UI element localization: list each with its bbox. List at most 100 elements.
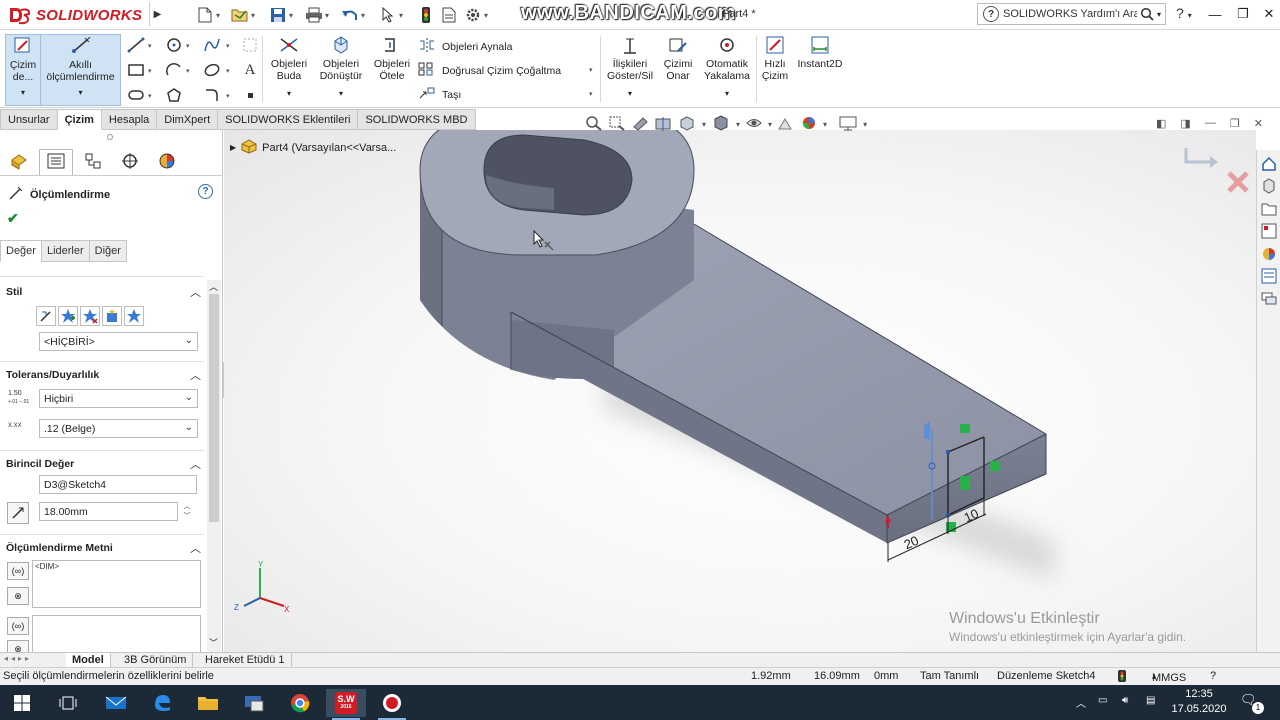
save-button[interactable]: ▾ bbox=[269, 5, 293, 25]
convert-entities-button[interactable]: Objeleri Dönüştür ▾ bbox=[314, 34, 368, 100]
tolerance-section-header[interactable]: Tolerans/Duyarlılık bbox=[6, 369, 99, 381]
chevron-down-icon[interactable]: ▾ bbox=[823, 120, 827, 129]
display-delete-relations-button[interactable]: İlişkileri Göster/Sil ▾ bbox=[604, 34, 656, 100]
chevron-down-icon[interactable]: ▾ bbox=[768, 120, 772, 129]
update-style-icon[interactable] bbox=[80, 306, 100, 326]
solidworks-taskbar-button[interactable]: S.W 2016 bbox=[326, 689, 366, 720]
add-style-icon[interactable] bbox=[58, 306, 78, 326]
chevron-down-icon[interactable]: ▾ bbox=[863, 120, 867, 129]
repair-sketch-button[interactable]: Çizimi Onar bbox=[660, 34, 696, 82]
fillet-tool-button[interactable] bbox=[202, 86, 222, 104]
property-subtab[interactable]: Değer bbox=[0, 240, 42, 262]
feature-tree-flyout[interactable]: ▶ Part4 (Varsayılan<<Varsa... bbox=[230, 138, 396, 157]
section-view-icon[interactable] bbox=[654, 115, 672, 134]
trim-entities-button[interactable]: Objeleri Buda ▾ bbox=[266, 34, 312, 100]
select-button[interactable]: ▾ bbox=[379, 5, 403, 25]
minimize-button[interactable]: — bbox=[1204, 4, 1226, 24]
settings-app-button[interactable] bbox=[234, 689, 274, 717]
add-parentheses-button[interactable]: (∞) bbox=[7, 562, 29, 580]
line-tool-button[interactable] bbox=[126, 36, 146, 54]
chrome-button[interactable] bbox=[280, 689, 320, 717]
mirror-entities-button[interactable]: Objeleri Aynala bbox=[418, 38, 512, 55]
ribbon-tab[interactable]: Unsurlar bbox=[0, 109, 58, 130]
solidworks-logo[interactable]: SOLIDWORKS bbox=[8, 4, 142, 26]
file-explorer-button[interactable] bbox=[188, 689, 228, 717]
graphics-viewport[interactable]: 20 10 ▶ Part4 (Varsayılan<<Varsa... YXZ … bbox=[224, 130, 1256, 652]
ribbon-tab[interactable]: SOLIDWORKS Eklentileri bbox=[218, 109, 359, 130]
property-manager-tab[interactable] bbox=[39, 149, 73, 175]
file-explorer-icon[interactable] bbox=[1259, 199, 1279, 219]
collapse-chevron-icon[interactable]: ︿ bbox=[190, 367, 201, 383]
viewport-restore-icon[interactable]: ❐ bbox=[1230, 117, 1240, 130]
linear-pattern-button[interactable]: Doğrusal Çizim Çoğaltma bbox=[418, 62, 561, 79]
feature-tree-part-label[interactable]: Part4 (Varsayılan<<Varsa... bbox=[262, 142, 396, 154]
bottom-tab[interactable]: 3B Görünüm bbox=[118, 653, 194, 667]
view-palette-icon[interactable] bbox=[1259, 221, 1279, 241]
part-model-3d[interactable] bbox=[224, 130, 1256, 652]
chevron-down-icon[interactable]: ▾ bbox=[186, 42, 190, 50]
circle-tool-button[interactable] bbox=[164, 36, 184, 54]
dimension-name-field[interactable]: D3@Sketch4 bbox=[39, 475, 197, 494]
offset-entities-button[interactable]: Objeleri Ötele bbox=[370, 34, 414, 82]
rapid-sketch-button[interactable]: Hızlı Çizim bbox=[758, 34, 792, 82]
chevron-down-icon[interactable]: ▾ bbox=[226, 92, 230, 100]
apply-scene-icon[interactable] bbox=[800, 115, 818, 134]
configuration-manager-tab[interactable] bbox=[76, 149, 110, 175]
viewport-minimize-icon[interactable]: — bbox=[1205, 117, 1216, 130]
menu-expand-arrow-icon[interactable]: ▶ bbox=[149, 2, 165, 26]
ok-checkmark-icon[interactable]: ✔ bbox=[7, 210, 19, 227]
panel-scrollbar[interactable]: ︿ ﹀ bbox=[207, 280, 221, 652]
file-properties-button[interactable] bbox=[440, 5, 458, 25]
tolerance-type-dropdown[interactable]: Hiçbiri ⌄ bbox=[39, 389, 198, 408]
tray-expand-icon[interactable]: ︿ bbox=[1076, 695, 1086, 710]
chevron-down-icon[interactable]: ▾ bbox=[186, 67, 190, 75]
custom-properties-icon[interactable] bbox=[1259, 266, 1279, 286]
property-subtab[interactable]: Diğer bbox=[88, 240, 127, 262]
smart-dimension-button[interactable]: Akıllı ölçümlendirme ▾ bbox=[40, 34, 121, 106]
collapse-chevron-icon[interactable]: ︿ bbox=[190, 284, 201, 300]
start-button[interactable] bbox=[2, 689, 42, 717]
bandicam-button[interactable] bbox=[372, 689, 412, 720]
scroll-up-icon[interactable]: ︿ bbox=[209, 280, 218, 293]
view-orientation-icon[interactable] bbox=[677, 115, 697, 134]
arc-tool-button[interactable] bbox=[164, 61, 184, 79]
spline-tool-button[interactable] bbox=[202, 36, 222, 54]
options-button[interactable]: ▾ bbox=[464, 5, 488, 25]
chevron-down-icon[interactable]: ▾ bbox=[226, 42, 230, 50]
task-view-button[interactable] bbox=[48, 689, 88, 717]
ribbon-tab[interactable]: SOLIDWORKS MBD bbox=[358, 109, 476, 130]
confirmation-corner-cancel-icon[interactable] bbox=[1226, 170, 1250, 197]
chevron-down-icon[interactable]: ▾ bbox=[702, 120, 706, 129]
scrollbar-thumb[interactable] bbox=[209, 294, 219, 522]
restore-button[interactable]: ❐ bbox=[1232, 4, 1254, 24]
center-dimension-button[interactable]: ⊗ bbox=[7, 587, 29, 605]
view-settings-icon[interactable] bbox=[838, 115, 858, 134]
scroll-down-icon[interactable]: ﹀ bbox=[209, 636, 218, 649]
chevron-down-icon[interactable]: ▾ bbox=[589, 90, 593, 98]
instant2d-button[interactable]: Instant2D bbox=[794, 34, 846, 70]
search-icon[interactable] bbox=[1137, 7, 1157, 21]
ribbon-tab[interactable]: Hesapla bbox=[101, 109, 158, 130]
rebuild-status-icon[interactable] bbox=[1118, 670, 1126, 685]
collapse-chevron-icon[interactable]: ︿ bbox=[190, 540, 201, 556]
open-button[interactable]: ▾ bbox=[231, 5, 255, 25]
slot-tool-button[interactable] bbox=[126, 86, 146, 104]
status-help-icon[interactable]: ? bbox=[1210, 670, 1216, 682]
mail-app-button[interactable] bbox=[96, 689, 136, 717]
ribbon-tab[interactable]: DimXpert bbox=[157, 109, 219, 130]
chevron-down-icon[interactable]: ▾ bbox=[148, 67, 152, 75]
offset-text-button[interactable]: ⊗ bbox=[7, 640, 29, 652]
tab-scroll-arrows-icon[interactable]: ◂◂▸▸ bbox=[4, 654, 32, 663]
rectangle-tool-button[interactable] bbox=[126, 61, 146, 79]
help-search-box[interactable]: ? SOLIDWORKS Yardım'ı Ara ▾ bbox=[977, 3, 1166, 25]
design-library-icon[interactable] bbox=[1259, 176, 1279, 196]
dimxpert-manager-tab[interactable] bbox=[113, 149, 147, 175]
bottom-tab[interactable]: Hareket Etüdü 1 bbox=[199, 653, 292, 667]
new-document-button[interactable]: ▾ bbox=[196, 5, 220, 25]
property-subtab[interactable]: Liderler bbox=[40, 240, 90, 262]
save-style-icon[interactable] bbox=[102, 306, 122, 326]
zoom-to-area-icon[interactable] bbox=[608, 115, 626, 134]
volume-icon[interactable]: 🔊︎ bbox=[1122, 695, 1128, 706]
confirmation-corner-exit-sketch-icon[interactable] bbox=[1182, 144, 1226, 177]
load-style-icon[interactable] bbox=[124, 306, 144, 326]
